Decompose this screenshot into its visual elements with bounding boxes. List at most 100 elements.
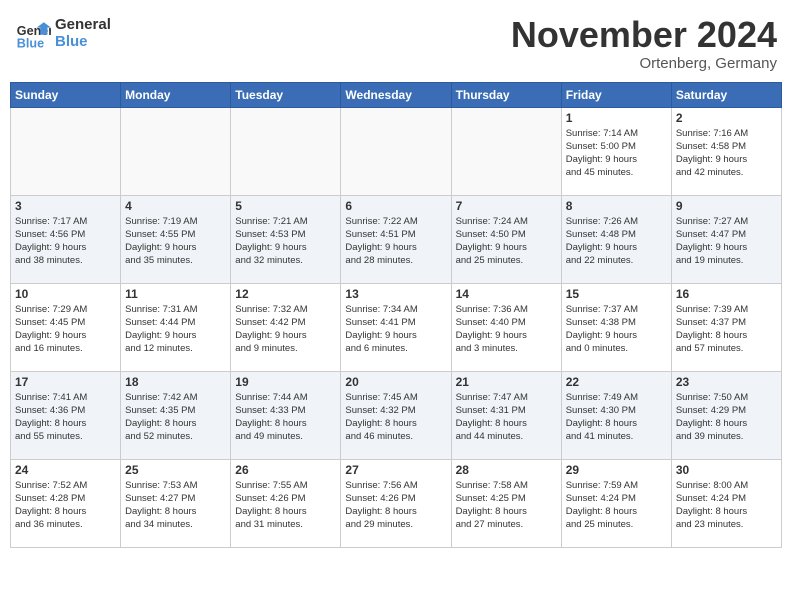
calendar-cell: 25Sunrise: 7:53 AM Sunset: 4:27 PM Dayli…: [121, 459, 231, 547]
day-info: Sunrise: 7:49 AM Sunset: 4:30 PM Dayligh…: [566, 391, 667, 444]
day-info: Sunrise: 7:36 AM Sunset: 4:40 PM Dayligh…: [456, 303, 557, 356]
calendar-cell: 2Sunrise: 7:16 AM Sunset: 4:58 PM Daylig…: [671, 107, 781, 195]
day-header: Sunday: [11, 82, 121, 107]
day-number: 18: [125, 375, 226, 389]
day-number: 11: [125, 287, 226, 301]
calendar-cell: 14 Sunrise: 7:36 AM Sunset: 4:40 PM Dayli…: [451, 283, 561, 371]
calendar-cell: 30 Sunrise: 8:00 AM Sunset: 4:24 PM Dayli…: [671, 459, 781, 547]
calendar-cell: 5 Sunrise: 7:21 AM Sunset: 4:53 PM Daylig…: [231, 195, 341, 283]
day-info: Sunrise: 7:14 AM Sunset: 5:00 PM Dayligh…: [566, 127, 667, 180]
day-number: 3: [15, 199, 116, 213]
day-number: 29: [566, 463, 667, 477]
calendar-cell: 4 Sunrise: 7:19 AM Sunset: 4:55 PM Daylig…: [121, 195, 231, 283]
day-header: Thursday: [451, 82, 561, 107]
day-number: 15: [566, 287, 667, 301]
day-number: 8: [566, 199, 667, 213]
day-info: Sunrise: 8:00 AM Sunset: 4:24 PM Dayligh…: [676, 479, 777, 532]
day-header: Wednesday: [341, 82, 451, 107]
day-info: Sunrise: 7:37 AM Sunset: 4:38 PM Dayligh…: [566, 303, 667, 356]
calendar-cell: 19 Sunrise: 7:44 AM Sunset: 4:33 PM Dayli…: [231, 371, 341, 459]
calendar-cell: 22Sunrise: 7:49 AM Sunset: 4:30 PM Dayli…: [561, 371, 671, 459]
page-header: General Blue General Blue November 2024 …: [10, 10, 782, 72]
calendar-cell: 3 Sunrise: 7:17 AM Sunset: 4:56 PM Daylig…: [11, 195, 121, 283]
day-header: Monday: [121, 82, 231, 107]
day-info: Sunrise: 7:47 AM Sunset: 4:31 PM Dayligh…: [456, 391, 557, 444]
calendar-cell: 7 Sunrise: 7:24 AM Sunset: 4:50 PM Daylig…: [451, 195, 561, 283]
calendar-cell: 6Sunrise: 7:22 AM Sunset: 4:51 PM Daylig…: [341, 195, 451, 283]
day-number: 30: [676, 463, 777, 477]
day-info: Sunrise: 7:34 AM Sunset: 4:41 PM Dayligh…: [345, 303, 446, 356]
day-number: 12: [235, 287, 336, 301]
calendar-cell: 24 Sunrise: 7:52 AM Sunset: 4:28 PM Dayli…: [11, 459, 121, 547]
month-title: November 2024: [511, 15, 777, 55]
calendar-cell: 15 Sunrise: 7:37 AM Sunset: 4:38 PM Dayli…: [561, 283, 671, 371]
calendar-cell: 26Sunrise: 7:55 AM Sunset: 4:26 PM Dayli…: [231, 459, 341, 547]
day-info: Sunrise: 7:39 AM Sunset: 4:37 PM Dayligh…: [676, 303, 777, 356]
calendar-cell: [341, 107, 451, 195]
day-number: 13: [345, 287, 446, 301]
day-info: Sunrise: 7:45 AM Sunset: 4:32 PM Dayligh…: [345, 391, 446, 444]
day-info: Sunrise: 7:32 AM Sunset: 4:42 PM Dayligh…: [235, 303, 336, 356]
day-info: Sunrise: 7:52 AM Sunset: 4:28 PM Dayligh…: [15, 479, 116, 532]
day-info: Sunrise: 7:44 AM Sunset: 4:33 PM Dayligh…: [235, 391, 336, 444]
day-info: Sunrise: 7:53 AM Sunset: 4:27 PM Dayligh…: [125, 479, 226, 532]
day-number: 9: [676, 199, 777, 213]
day-number: 14: [456, 287, 557, 301]
day-info: Sunrise: 7:56 AM Sunset: 4:26 PM Dayligh…: [345, 479, 446, 532]
day-info: Sunrise: 7:55 AM Sunset: 4:26 PM Dayligh…: [235, 479, 336, 532]
day-info: Sunrise: 7:27 AM Sunset: 4:47 PM Dayligh…: [676, 215, 777, 268]
calendar-cell: [231, 107, 341, 195]
day-number: 5: [235, 199, 336, 213]
svg-text:Blue: Blue: [17, 36, 44, 50]
day-info: Sunrise: 7:41 AM Sunset: 4:36 PM Dayligh…: [15, 391, 116, 444]
calendar-table: SundayMondayTuesdayWednesdayThursdayFrid…: [10, 82, 782, 548]
day-info: Sunrise: 7:17 AM Sunset: 4:56 PM Dayligh…: [15, 215, 116, 268]
calendar-cell: 23Sunrise: 7:50 AM Sunset: 4:29 PM Dayli…: [671, 371, 781, 459]
day-number: 17: [15, 375, 116, 389]
day-number: 20: [345, 375, 446, 389]
day-number: 4: [125, 199, 226, 213]
calendar-cell: 20 Sunrise: 7:45 AM Sunset: 4:32 PM Dayli…: [341, 371, 451, 459]
day-number: 6: [345, 199, 446, 213]
calendar-cell: 21 Sunrise: 7:47 AM Sunset: 4:31 PM Dayli…: [451, 371, 561, 459]
day-info: Sunrise: 7:31 AM Sunset: 4:44 PM Dayligh…: [125, 303, 226, 356]
day-number: 21: [456, 375, 557, 389]
day-info: Sunrise: 7:42 AM Sunset: 4:35 PM Dayligh…: [125, 391, 226, 444]
day-number: 7: [456, 199, 557, 213]
calendar-cell: 13 Sunrise: 7:34 AM Sunset: 4:41 PM Dayli…: [341, 283, 451, 371]
day-info: Sunrise: 7:19 AM Sunset: 4:55 PM Dayligh…: [125, 215, 226, 268]
calendar-cell: 11 Sunrise: 7:31 AM Sunset: 4:44 PM Dayli…: [121, 283, 231, 371]
day-number: 28: [456, 463, 557, 477]
logo-icon: General Blue: [15, 15, 51, 51]
day-info: Sunrise: 7:59 AM Sunset: 4:24 PM Dayligh…: [566, 479, 667, 532]
calendar-cell: 16 Sunrise: 7:39 AM Sunset: 4:37 PM Dayli…: [671, 283, 781, 371]
day-info: Sunrise: 7:58 AM Sunset: 4:25 PM Dayligh…: [456, 479, 557, 532]
calendar-cell: 9 Sunrise: 7:27 AM Sunset: 4:47 PM Daylig…: [671, 195, 781, 283]
day-number: 10: [15, 287, 116, 301]
calendar-cell: 12 Sunrise: 7:32 AM Sunset: 4:42 PM Dayli…: [231, 283, 341, 371]
day-info: Sunrise: 7:50 AM Sunset: 4:29 PM Dayligh…: [676, 391, 777, 444]
day-number: 19: [235, 375, 336, 389]
calendar-cell: [11, 107, 121, 195]
title-block: November 2024 Ortenberg, Germany: [511, 15, 777, 72]
day-number: 24: [15, 463, 116, 477]
day-number: 16: [676, 287, 777, 301]
calendar-cell: 29 Sunrise: 7:59 AM Sunset: 4:24 PM Dayli…: [561, 459, 671, 547]
day-info: Sunrise: 7:26 AM Sunset: 4:48 PM Dayligh…: [566, 215, 667, 268]
day-number: 1: [566, 111, 667, 125]
logo: General Blue General Blue: [15, 15, 111, 51]
calendar-cell: 10 Sunrise: 7:29 AM Sunset: 4:45 PM Dayli…: [11, 283, 121, 371]
day-header: Tuesday: [231, 82, 341, 107]
day-info: Sunrise: 7:29 AM Sunset: 4:45 PM Dayligh…: [15, 303, 116, 356]
calendar-cell: 27 Sunrise: 7:56 AM Sunset: 4:26 PM Dayli…: [341, 459, 451, 547]
calendar-cell: 17 Sunrise: 7:41 AM Sunset: 4:36 PM Dayli…: [11, 371, 121, 459]
day-info: Sunrise: 7:24 AM Sunset: 4:50 PM Dayligh…: [456, 215, 557, 268]
logo-line1: General: [55, 16, 111, 33]
day-number: 2: [676, 111, 777, 125]
calendar-cell: 8 Sunrise: 7:26 AM Sunset: 4:48 PM Daylig…: [561, 195, 671, 283]
logo-line2: Blue: [55, 33, 111, 50]
location: Ortenberg, Germany: [511, 55, 777, 72]
calendar-cell: 18 Sunrise: 7:42 AM Sunset: 4:35 PM Dayli…: [121, 371, 231, 459]
day-info: Sunrise: 7:21 AM Sunset: 4:53 PM Dayligh…: [235, 215, 336, 268]
day-number: 27: [345, 463, 446, 477]
